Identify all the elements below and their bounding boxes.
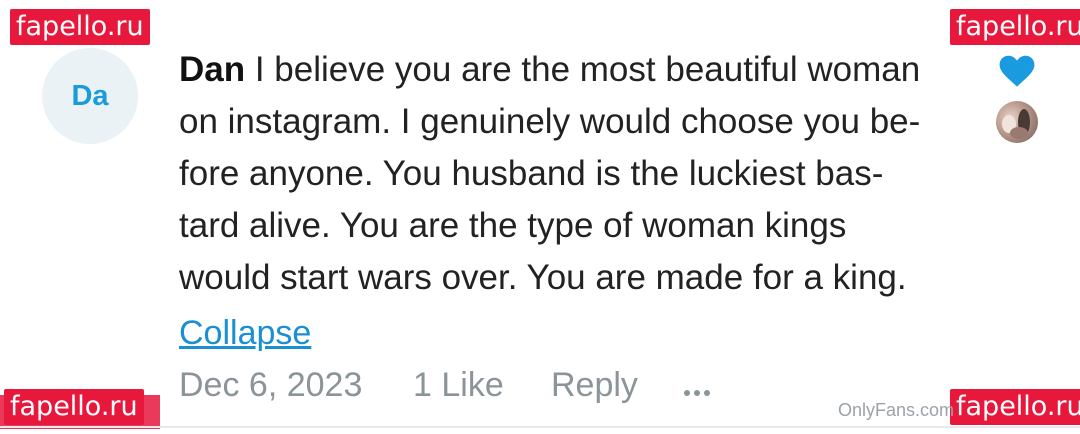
comment-line-5: would start wars over. You are made for … <box>179 258 907 297</box>
commenter-avatar[interactable]: Da <box>42 48 138 144</box>
comment-line-2: on instagram. I genuinely would choose y… <box>179 102 921 141</box>
divider <box>0 426 1080 428</box>
reply-button[interactable]: Reply <box>551 362 638 408</box>
like-count[interactable]: 1 Like <box>413 362 504 408</box>
avatar-initials: Da <box>71 79 109 112</box>
watermark-bottom-left: fapello.ru <box>4 389 144 425</box>
more-options-button[interactable] <box>684 362 710 408</box>
comment-date: Dec 6, 2023 <box>179 366 363 404</box>
comment-author[interactable]: Dan <box>179 50 245 89</box>
comment-line-1: Dan I believe you are the most beautiful… <box>179 44 959 96</box>
watermark-bottom-right: fapello.ru <box>950 389 1080 425</box>
comment-text-1: I believe you are the most beautiful wom… <box>245 50 921 89</box>
onlyfans-watermark: OnlyFans.com <box>838 400 955 420</box>
more-dots-icon <box>684 370 710 416</box>
heart-icon[interactable] <box>998 52 1036 88</box>
watermark-top-left: fapello.ru <box>10 9 150 45</box>
liker-avatar[interactable] <box>996 101 1038 143</box>
watermark-top-right: fapello.ru <box>950 9 1080 45</box>
collapse-link[interactable]: Collapse <box>179 311 311 355</box>
comment-body: Dan I believe you are the most beautiful… <box>179 44 959 304</box>
comment-line-3: fore anyone. You husband is the luckiest… <box>179 154 884 193</box>
comment-line-4: tard alive. You are the type of woman ki… <box>179 206 847 245</box>
